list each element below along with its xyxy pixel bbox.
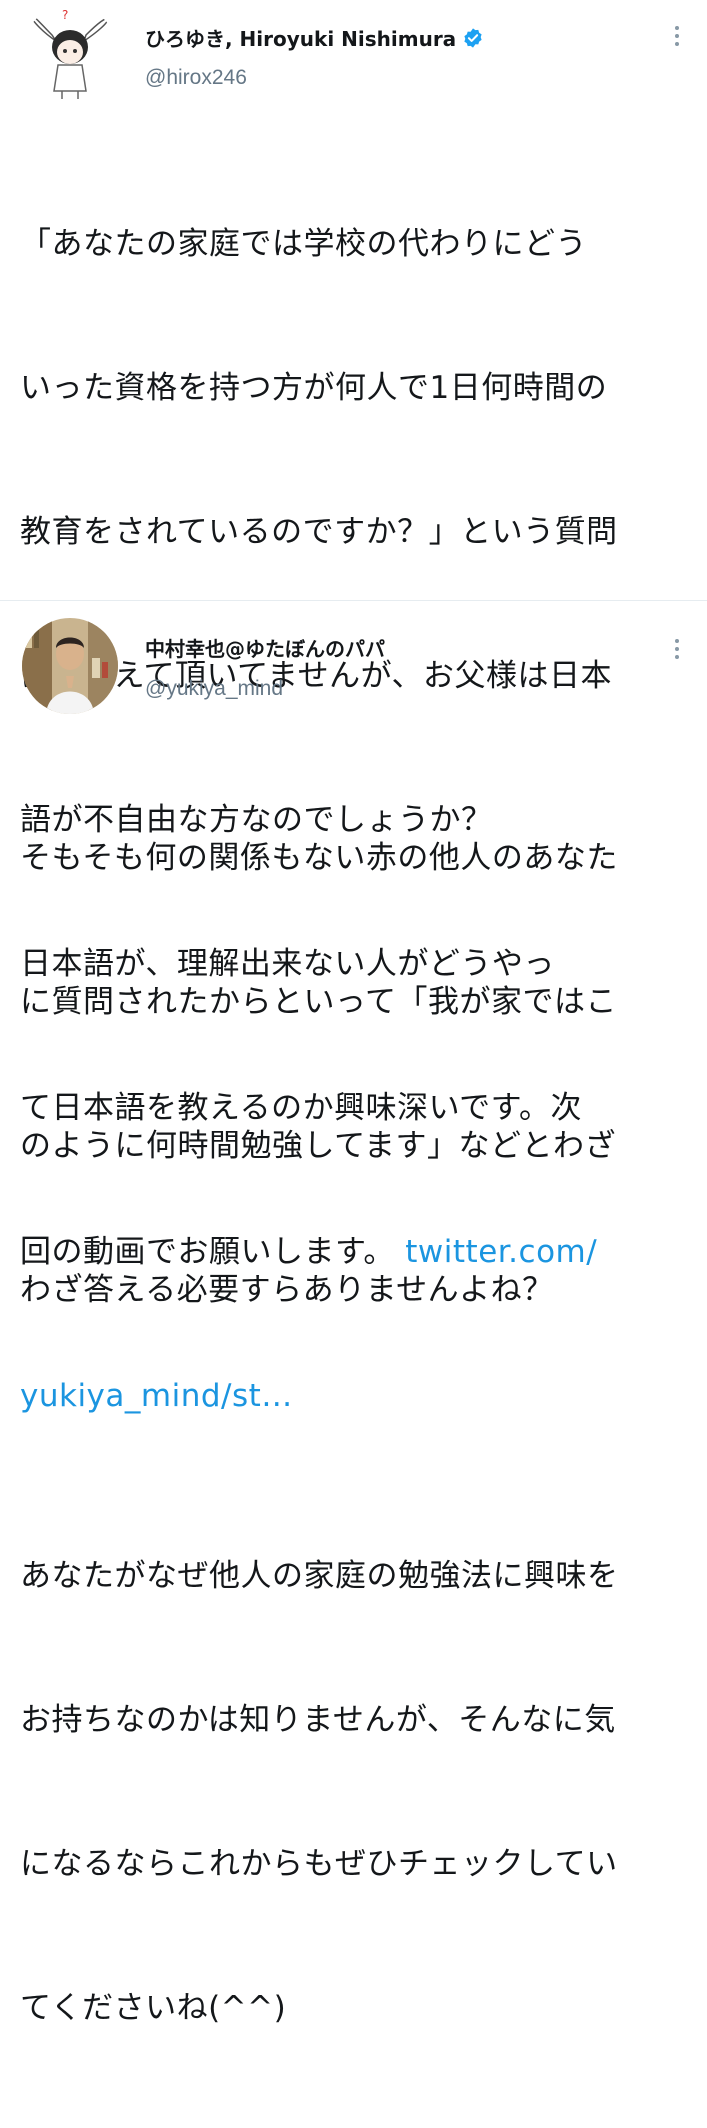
tweet-line: お持ちなのかは知りませんが、そんなに気 [20,1702,616,1738]
tweet-line: 教育をされているのですか？」という質問 [20,514,618,550]
tweet-line: になるならこれからもぜひチェックしてい [20,1846,618,1882]
avatar[interactable] [22,618,118,714]
chevron-down-icon[interactable] [665,637,689,661]
author-handle[interactable]: @hirox246 [145,66,247,90]
tweet-line: あなたがなぜ他人の家庭の勉強法に興味を [20,1558,619,1594]
tweet-line: のように何時間勉強してます」などとわざ [20,1128,617,1164]
tweet-line: 「あなたの家庭では学校の代わりにどう [20,226,587,262]
author-handle[interactable]: @yukiya_mind [145,677,283,701]
avatar[interactable]: ? [22,5,118,101]
tweet-yukiya[interactable]: 中村幸也@ゆたぼんのパパ @yukiya_mind そもそも何の関係もない赤の他… [0,600,707,2026]
tweet-line: わざ答える必要すらありませんよね？ [20,1272,554,1308]
tweet-line: に質問されたからといって「我が家ではこ [20,984,617,1020]
tweet-hiroyuki[interactable]: ? ひろゆき, Hiroyuki Nishimura @hirox246 「あな… [0,0,707,1414]
tweet-line: てくださいね(^^) [20,1990,287,2026]
author-name-line[interactable]: 中村幸也@ゆたぼんのパパ [145,633,385,662]
svg-text:?: ? [62,8,68,22]
chevron-down-icon[interactable] [665,24,689,48]
verified-badge-icon [462,27,484,54]
author-display-name[interactable]: 中村幸也@ゆたぼんのパパ [145,637,385,661]
tweet-text: そもそも何の関係もない赤の他人のあなた に質問されたからといって「我が家ではこ … [20,738,692,2128]
tweet-line: いった資格を持つ方が何人で1日何時間の [20,370,608,406]
author-name-line[interactable]: ひろゆき, Hiroyuki Nishimura [145,23,484,54]
tweet-line: そもそも何の関係もない赤の他人のあなた [20,840,618,876]
author-display-name[interactable]: ひろゆき, Hiroyuki Nishimura [145,27,456,51]
